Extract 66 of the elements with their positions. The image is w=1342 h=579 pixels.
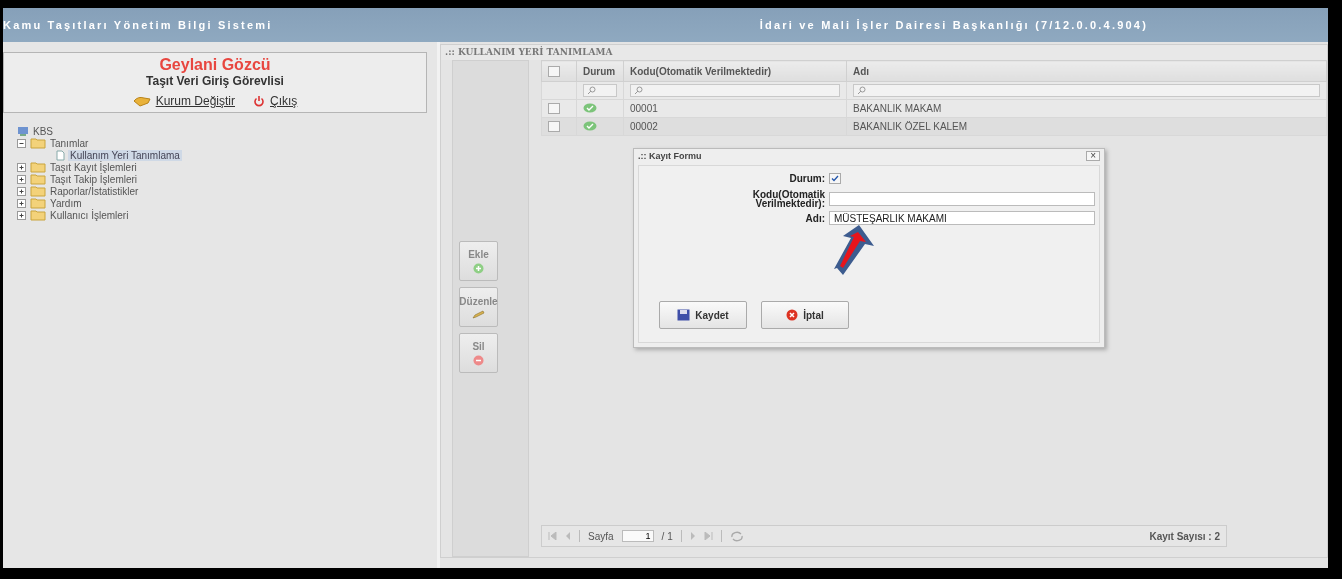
filter-field[interactable] [853,84,1320,97]
logout-link[interactable]: Çıkış [253,94,298,108]
page-label: Sayfa [588,530,614,542]
save-button[interactable]: Kaydet [659,301,747,329]
dialog-title: .:: Kayıt Formu [638,151,702,161]
folder-icon [30,137,46,149]
tree-item[interactable]: Kullanıcı İşlemleri [48,209,131,221]
cancel-button[interactable]: İptal [761,301,849,329]
expand-toggle[interactable] [17,198,26,208]
checkbox[interactable] [548,121,560,133]
input-field[interactable] [829,192,1095,206]
tree-item[interactable]: Taşıt Kayıt İşlemleri [48,161,139,173]
close-button[interactable]: × [1086,151,1100,161]
filter-field[interactable] [583,84,617,97]
column-header[interactable]: Adı [846,60,1327,82]
expand-toggle[interactable] [17,186,26,196]
previous-page-icon[interactable] [565,532,571,540]
department-title: İdari ve Mali İşler Dairesi Başkanlığı (7/12.0.0.4.904) [759,19,1148,31]
checkbox[interactable] [548,65,560,77]
tree-item[interactable]: KBS [31,125,55,137]
field-label: Durum: [788,173,825,183]
page-total: / 1 [661,530,673,542]
cancel-icon [786,309,799,321]
pencil-icon [472,309,485,319]
floppy-icon [677,309,691,321]
search-icon [634,86,643,95]
column-header[interactable]: Kodu(Otomatik Verilmektedir) [623,60,847,82]
record-count: Kayıt Sayısı : 2 [1149,530,1220,542]
tree-item[interactable]: Kullanım Yeri Tanımlama [68,149,182,161]
field-label: Adı: [804,213,825,223]
collapse-toggle[interactable] [17,138,26,148]
column-header[interactable]: Durum [576,60,624,82]
switch-link[interactable]: Kurum Değiştir [132,94,235,108]
filter-field[interactable] [630,84,840,97]
expand-toggle[interactable] [17,174,26,184]
input-field[interactable]: MÜSTEŞARLIK MAKAMI [829,211,1095,225]
checkbox[interactable] [548,103,560,115]
tree-item[interactable]: Yardım [48,197,84,209]
minus-icon [473,354,484,366]
page-field[interactable]: 1 [621,530,654,542]
search-icon [587,86,596,95]
page-icon [55,149,66,161]
field-label: Kodu(Otomatik Verilmektedir): [751,190,825,208]
expand-toggle[interactable] [17,210,26,220]
tree-item[interactable]: Taşıt Takip İşlemleri [48,173,140,185]
user-role: Taşıt Veri Giriş Görevlisi [146,74,284,88]
app-title: Kamu Taşıtları Yönetim Bilgi Sistemi [3,19,273,31]
folder-icon [30,209,46,221]
tree-item[interactable]: Tanımlar [48,137,91,149]
next-page-icon[interactable] [689,532,696,540]
folder-icon [30,197,46,209]
expand-toggle[interactable] [17,162,26,172]
first-page-icon[interactable] [548,532,557,540]
folder-icon [30,161,46,173]
refresh-icon[interactable] [729,530,744,542]
computer-icon [17,125,29,137]
checkbox[interactable] [829,173,841,185]
folder-icon [30,185,46,197]
tree-item[interactable]: Raporlar/İstatistikler [48,185,141,197]
last-page-icon[interactable] [703,532,713,540]
user-name: Geylani Gözcü [159,56,271,74]
search-icon [857,86,866,95]
folder-icon [30,173,46,185]
plus-icon [473,262,484,274]
panel-title: .:: KULLANIM YERİ TANIMLAMA [441,45,1327,60]
power-icon [253,95,265,107]
